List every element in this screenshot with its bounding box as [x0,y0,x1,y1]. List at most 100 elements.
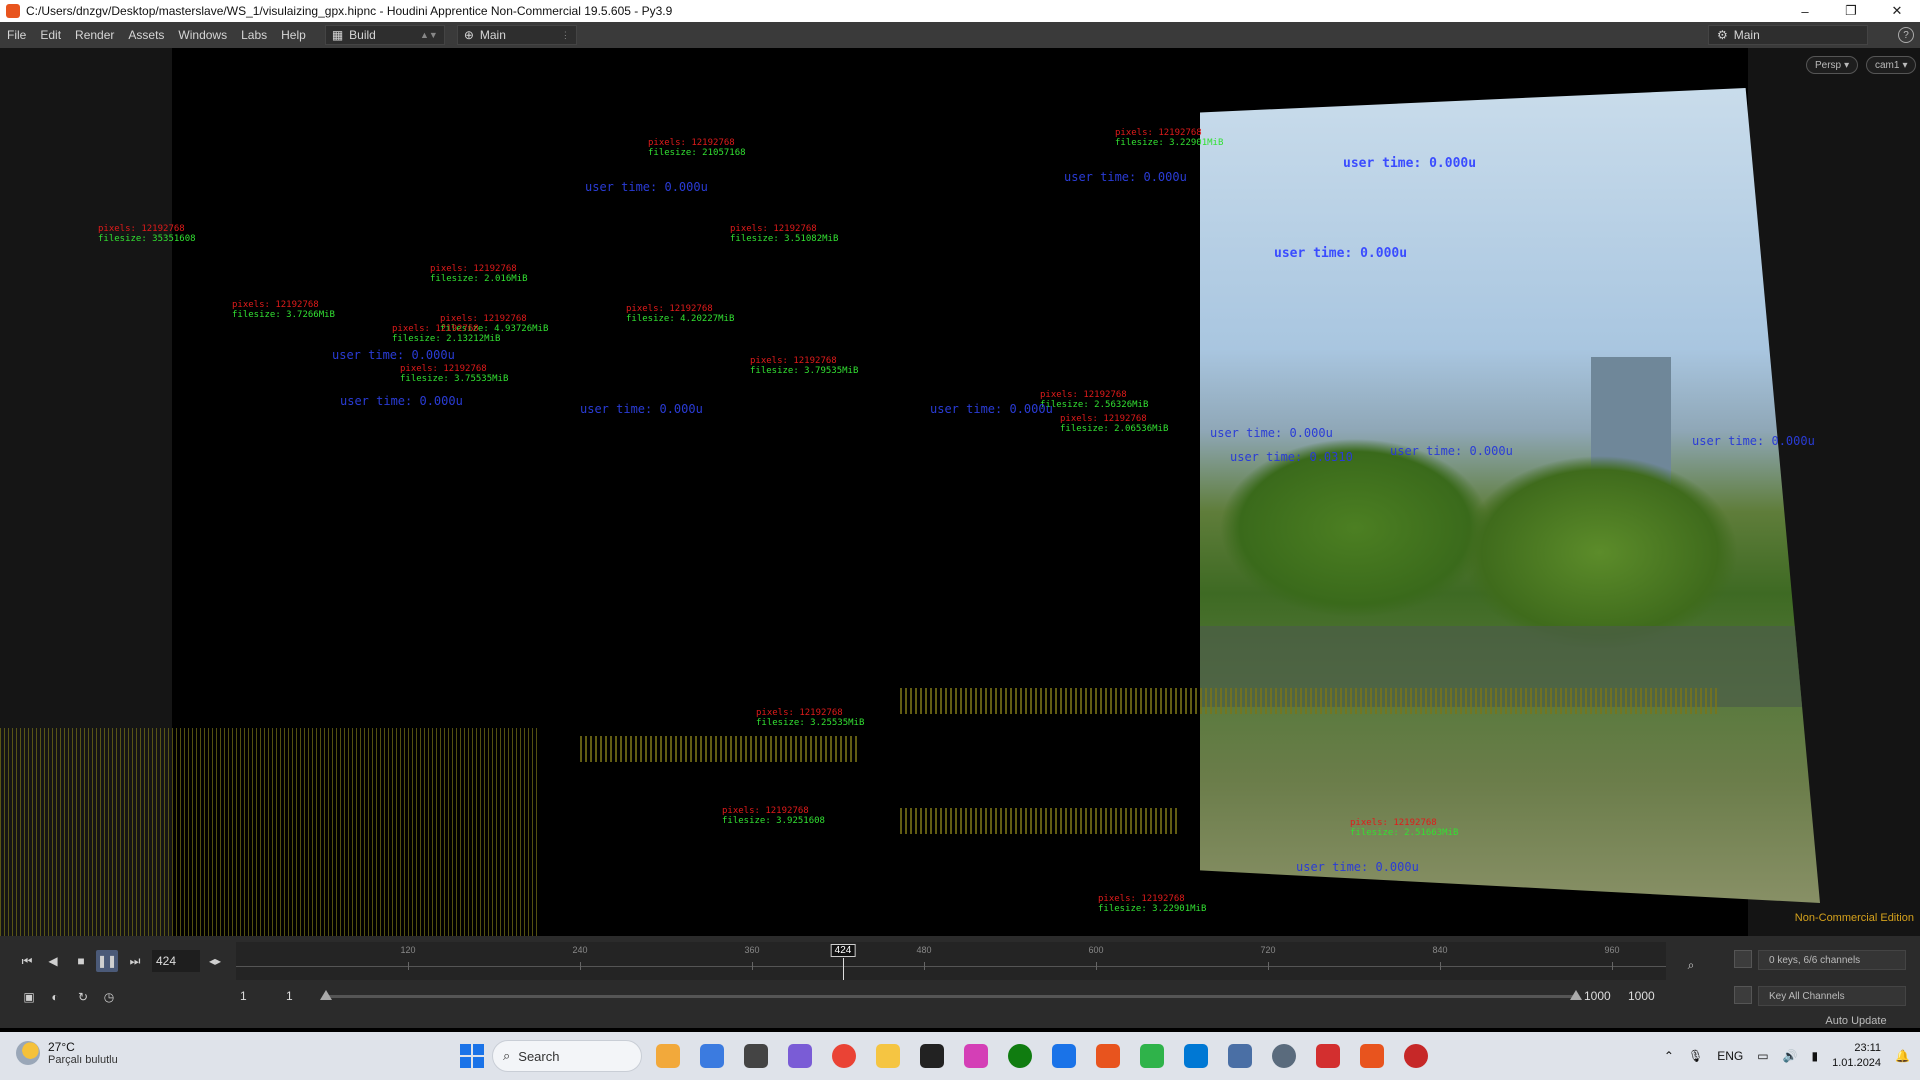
keyframe-icon[interactable] [1734,950,1752,968]
battery-icon[interactable]: ▮ [1812,1049,1819,1063]
taskbar-app-icon[interactable] [1398,1038,1434,1074]
system-tray: ⌃ 🎙 ENG ▭ 🔊 ▮ 23:11 1.01.2024 🔔 [1664,1038,1910,1074]
weather-text: Parçalı bulutlu [48,1054,118,1066]
range-slider[interactable] [320,990,1582,1000]
menu-assets[interactable]: Assets [121,28,171,42]
user-time-label: user time: 0.000u [1343,156,1477,171]
weather-widget[interactable]: 27°C Parçalı bulutlu [16,1040,118,1066]
volume-icon[interactable]: 🔊 [1783,1049,1798,1063]
step-back-button[interactable]: ◀ [42,950,64,972]
taskbar-app-icon[interactable] [958,1038,994,1074]
clock-date: 1.01.2024 [1832,1057,1882,1069]
temperature: 27°C [48,1040,75,1054]
notification-icon[interactable]: 🔔 [1895,1049,1910,1063]
tick [1096,962,1097,970]
audio-icon[interactable]: ◐ [44,986,66,1008]
taskbar-app-icon[interactable] [694,1038,730,1074]
timeline-track [236,966,1666,967]
tree [1218,438,1492,618]
step-frame-icon[interactable]: ◂▸ [204,950,226,972]
menu-windows[interactable]: Windows [171,28,234,42]
menu-render[interactable]: Render [68,28,121,42]
auto-update-button[interactable]: Auto Update [1806,1012,1906,1030]
houdini-app-icon [6,4,20,18]
frame-cursor-label[interactable]: 424 [830,944,856,957]
language-indicator[interactable]: ENG [1717,1049,1743,1063]
range-end2-field[interactable]: 1000 [1628,986,1655,1006]
key-channels-icon[interactable] [1734,986,1752,1004]
taskbar-app-icon[interactable] [1090,1038,1126,1074]
pause-button[interactable]: ❚❚ [96,950,118,972]
maximize-button[interactable]: ❐ [1828,0,1874,22]
minimize-button[interactable]: – [1782,0,1828,22]
main-desktop-select[interactable]: ⚙ Main [1708,25,1868,45]
taskbar-app-icon[interactable] [1310,1038,1346,1074]
range-end-handle[interactable] [1570,990,1582,1000]
taskbar-app-icon[interactable] [650,1038,686,1074]
user-time-label: user time: 0.0310 [1230,450,1353,464]
cam-select-button[interactable]: cam1 ▾ [1866,56,1917,74]
frame-cursor[interactable] [843,958,844,980]
realtime-icon[interactable]: ▣ [18,986,40,1008]
jump-start-button[interactable]: ⏮ [16,950,38,972]
chrome-icon[interactable] [826,1038,862,1074]
taskbar-app-icon[interactable] [1134,1038,1170,1074]
jump-end-button[interactable]: ⏭ [124,950,146,972]
menu-labs[interactable]: Labs [234,28,274,42]
clock[interactable]: 23:11 1.01.2024 [1832,1041,1881,1071]
microphone-icon[interactable]: 🎙 [1688,1049,1703,1063]
image-info-label: pixels: 12192768 filesize: 4.20227MiB [626,304,735,324]
cam-label: cam1 [1875,59,1900,71]
desktop-icon: ⚙ [1717,28,1728,42]
zoom-icon[interactable]: ⌕ [1680,954,1702,976]
range-end-field[interactable]: 1000 [1584,986,1611,1006]
taskbar-app-icon[interactable] [1046,1038,1082,1074]
taskbar-app-icon[interactable] [738,1038,774,1074]
chevron-up-icon[interactable]: ⌃ [1664,1049,1674,1063]
taskbar-search[interactable]: ⌕ Search [492,1040,642,1072]
vscode-icon[interactable] [1178,1038,1214,1074]
user-time-label: user time: 0.000u [580,402,703,416]
network-label: Main [479,28,506,42]
user-time-label: user time: 0.000u [1064,170,1187,184]
taskbar-app-icon[interactable] [914,1038,950,1074]
tick [1612,962,1613,970]
range-start2-field[interactable]: 1 [286,986,293,1006]
network-select[interactable]: ⊕ Main ⋮ [456,25,577,45]
menu-help[interactable]: Help [274,28,313,42]
wireframe-band [580,736,860,762]
scene-viewport[interactable]: pixels: 12192768 filesize: 21057168 pixel… [0,48,1920,936]
clock-icon[interactable]: ◷ [98,986,120,1008]
close-button[interactable]: ✕ [1874,0,1920,22]
taskbar-app-icon[interactable] [782,1038,818,1074]
key-all-channels-button[interactable]: Key All Channels [1758,986,1906,1006]
chevron-down-icon: ▲▼ [419,30,438,40]
timeline[interactable]: 120 240 360 480 600 720 840 960 424 [236,942,1666,980]
settings-icon[interactable] [1266,1038,1302,1074]
clock-time: 23:11 [1854,1042,1882,1054]
help-icon[interactable]: ? [1898,27,1914,43]
desktop-select[interactable]: ▦ Build ▲▼ [324,25,445,45]
user-time-label: user time: 0.000u [1390,444,1513,458]
loop-icon[interactable]: ↻ [72,986,94,1008]
tree [1460,454,1740,651]
range-start-field[interactable]: 1 [240,986,247,1006]
menu-edit[interactable]: Edit [33,28,68,42]
camera-menu-button[interactable]: Persp ▾ [1806,56,1859,74]
image-info-label: pixels: 12192768 filesize: 3.22901MiB [1115,128,1224,148]
range-start-handle[interactable] [320,990,332,1000]
stop-button[interactable]: ■ [70,950,92,972]
tick [1440,962,1441,970]
menu-file[interactable]: File [0,28,33,42]
image-info-label: pixels: 12192768 filesize: 3.75535MiB [400,364,509,384]
houdini-taskbar-icon[interactable] [1354,1038,1390,1074]
xbox-icon[interactable] [1002,1038,1038,1074]
current-frame-field[interactable]: 424 [152,950,200,972]
windows-start-icon[interactable] [460,1044,484,1068]
tick-label: 720 [1260,945,1276,955]
user-time-label: user time: 0.000u [340,394,463,408]
taskbar-app-icon[interactable] [1222,1038,1258,1074]
playbar: ⏮ ◀ ■ ❚❚ ⏭ 424 ◂▸ 120 240 360 480 600 72… [0,936,1920,1028]
network-icon[interactable]: ▭ [1757,1049,1768,1063]
file-explorer-icon[interactable] [870,1038,906,1074]
